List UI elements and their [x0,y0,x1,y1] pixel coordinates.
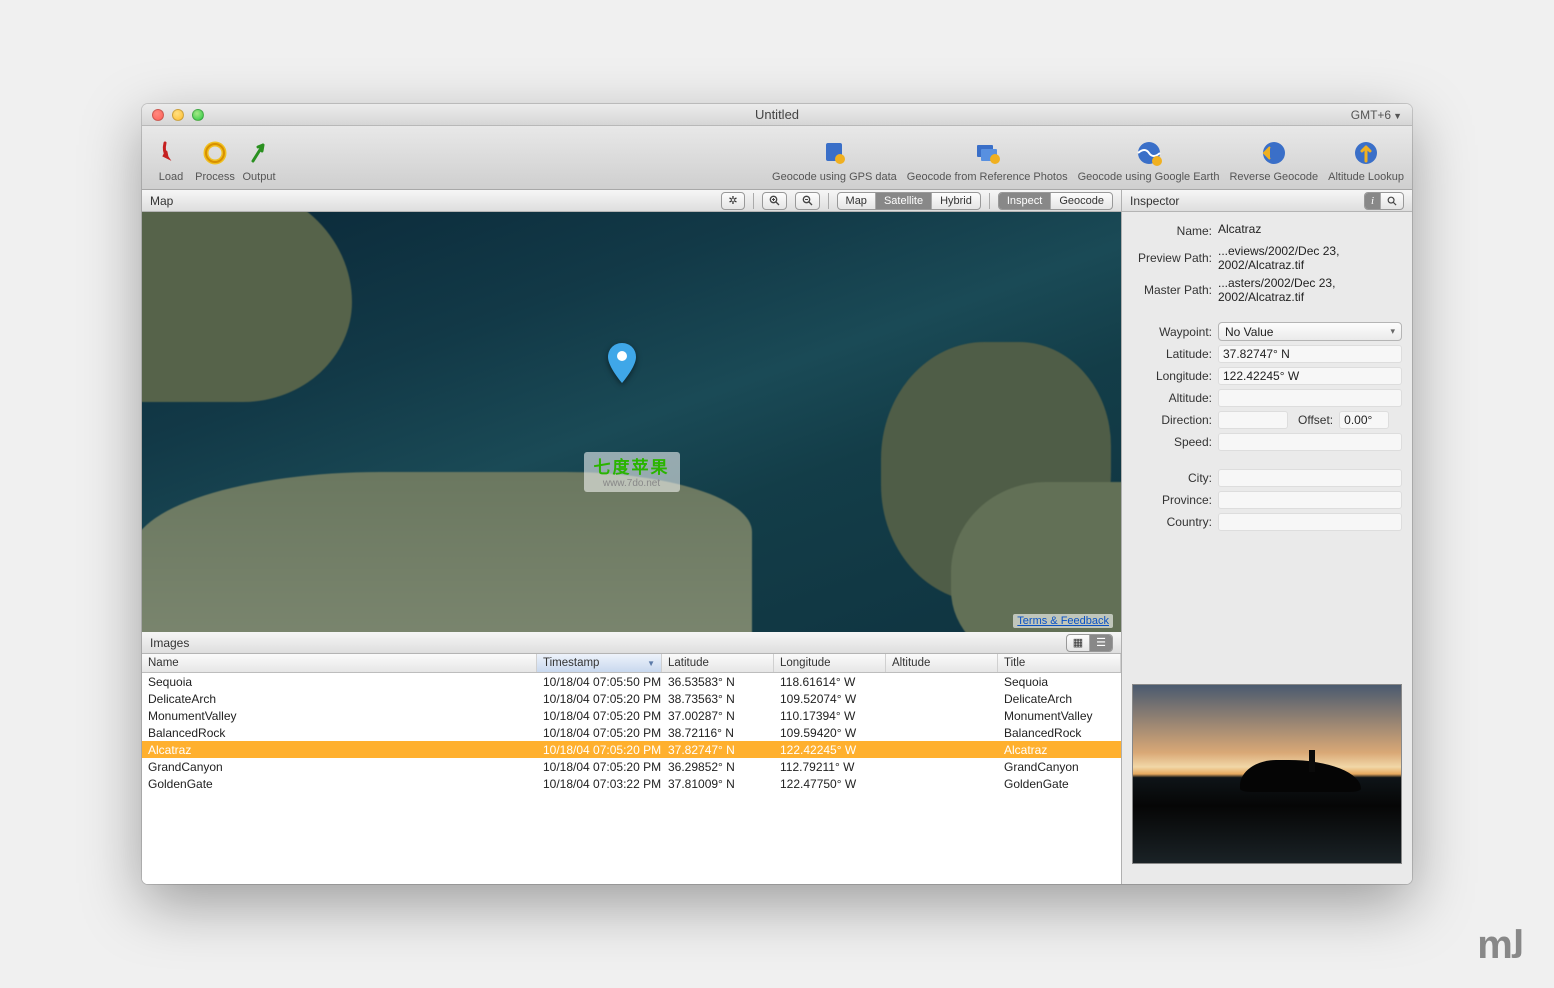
process-icon [199,137,231,169]
geocode-gps-button[interactable]: Geocode using GPS data [772,137,897,185]
geocode-gearth-button[interactable]: Geocode using Google Earth [1078,137,1220,185]
table-row[interactable]: BalancedRock10/18/04 07:05:20 PM38.72116… [142,724,1121,741]
map-settings-button[interactable]: ✲ [721,192,744,210]
map-action-segmented[interactable]: InspectGeocode [998,192,1113,210]
list-view-icon: ☰ [1090,635,1112,651]
mu-badge: mſ [1477,923,1524,968]
map-type-satellite[interactable]: Satellite [876,193,932,209]
inspector-preview-path: ...eviews/2002/Dec 23, 2002/Alcatraz.tif [1218,244,1402,272]
zoom-in-button[interactable] [762,192,787,210]
image-preview [1132,684,1402,864]
column-timestamp[interactable]: Timestamp▼ [537,654,662,672]
window-title: Untitled [142,107,1412,122]
table-row[interactable]: DelicateArch10/18/04 07:05:20 PM38.73563… [142,690,1121,707]
process-button[interactable]: Process [194,131,236,185]
country-field[interactable] [1218,513,1402,531]
column-name[interactable]: Name [142,654,537,672]
images-table: NameTimestamp▼LatitudeLongitudeAltitudeT… [142,654,1121,884]
timezone-menu[interactable]: GMT+6▼ [1351,108,1412,122]
titlebar: Untitled GMT+6▼ [142,104,1412,126]
geocode-ref-button[interactable]: Geocode from Reference Photos [907,137,1068,185]
images-heading: Images [150,636,189,650]
column-altitude[interactable]: Altitude [886,654,998,672]
close-window-button[interactable] [152,109,164,121]
table-row[interactable]: GrandCanyon10/18/04 07:05:20 PM36.29852°… [142,758,1121,775]
column-title[interactable]: Title [998,654,1121,672]
altitude-icon [1350,137,1382,169]
city-field[interactable] [1218,469,1402,487]
map-type-segmented[interactable]: MapSatelliteHybrid [837,192,981,210]
map-action-geocode[interactable]: Geocode [1051,193,1112,209]
speed-field[interactable] [1218,433,1402,451]
info-icon: i [1365,193,1381,209]
inspector-name: Alcatraz [1218,222,1402,240]
search-icon [1381,193,1403,209]
map-action-inspect[interactable]: Inspect [999,193,1051,209]
app-window: Untitled GMT+6▼ LoadProcessOutput Geocod… [142,104,1412,884]
zoom-out-button[interactable] [795,192,820,210]
geocode-gearth-icon [1133,137,1165,169]
output-button[interactable]: Output [238,131,280,185]
direction-field[interactable] [1218,411,1288,429]
table-row[interactable]: Alcatraz10/18/04 07:05:20 PM37.82747° N1… [142,741,1121,758]
altitude-field[interactable] [1218,389,1402,407]
inspector-master-path: ...asters/2002/Dec 23, 2002/Alcatraz.tif [1218,276,1402,304]
map-type-hybrid[interactable]: Hybrid [932,193,980,209]
waypoint-select[interactable]: No Value▾ [1218,322,1402,341]
geocode-ref-icon [971,137,1003,169]
longitude-field[interactable]: 122.42245° W [1218,367,1402,385]
zoom-window-button[interactable] [192,109,204,121]
province-field[interactable] [1218,491,1402,509]
toolbar: LoadProcessOutput Geocode using GPS data… [142,126,1412,190]
map-heading: Map [150,194,173,208]
map-pin[interactable] [608,343,636,388]
terms-feedback-link[interactable]: Terms & Feedback [1013,614,1113,628]
inspector-header: Inspector i [1122,190,1412,212]
column-latitude[interactable]: Latitude [662,654,774,672]
map-header: Map ✲ MapSatelliteHybrid InspectGeocode [142,190,1121,212]
table-row[interactable]: GoldenGate10/18/04 07:03:22 PM37.81009° … [142,775,1121,792]
load-icon [155,137,187,169]
grid-view-icon: ▦ [1067,635,1090,651]
minimize-window-button[interactable] [172,109,184,121]
window-controls [142,109,204,121]
inspector-form: Name:Alcatraz Preview Path:...eviews/200… [1122,212,1412,535]
images-header: Images ▦ ☰ [142,632,1121,654]
map-canvas[interactable]: 七度苹果 www.7do.net Terms & Feedback [142,212,1121,632]
table-row[interactable]: MonumentValley10/18/04 07:05:20 PM37.002… [142,707,1121,724]
inspector-mode-toggle[interactable]: i [1364,192,1404,210]
reverse-geo-button[interactable]: Reverse Geocode [1229,137,1318,185]
inspector-heading: Inspector [1130,194,1179,208]
table-row[interactable]: Sequoia10/18/04 07:05:50 PM36.53583° N11… [142,673,1121,690]
latitude-field[interactable]: 37.82747° N [1218,345,1402,363]
load-button[interactable]: Load [150,131,192,185]
reverse-geo-icon [1258,137,1290,169]
column-longitude[interactable]: Longitude [774,654,886,672]
geocode-gps-icon [818,137,850,169]
altitude-button[interactable]: Altitude Lookup [1328,137,1404,185]
offset-field[interactable]: 0.00° [1339,411,1389,429]
watermark: 七度苹果 www.7do.net [584,452,680,492]
output-icon [243,137,275,169]
map-type-map[interactable]: Map [838,193,876,209]
images-view-toggle[interactable]: ▦ ☰ [1066,634,1113,652]
